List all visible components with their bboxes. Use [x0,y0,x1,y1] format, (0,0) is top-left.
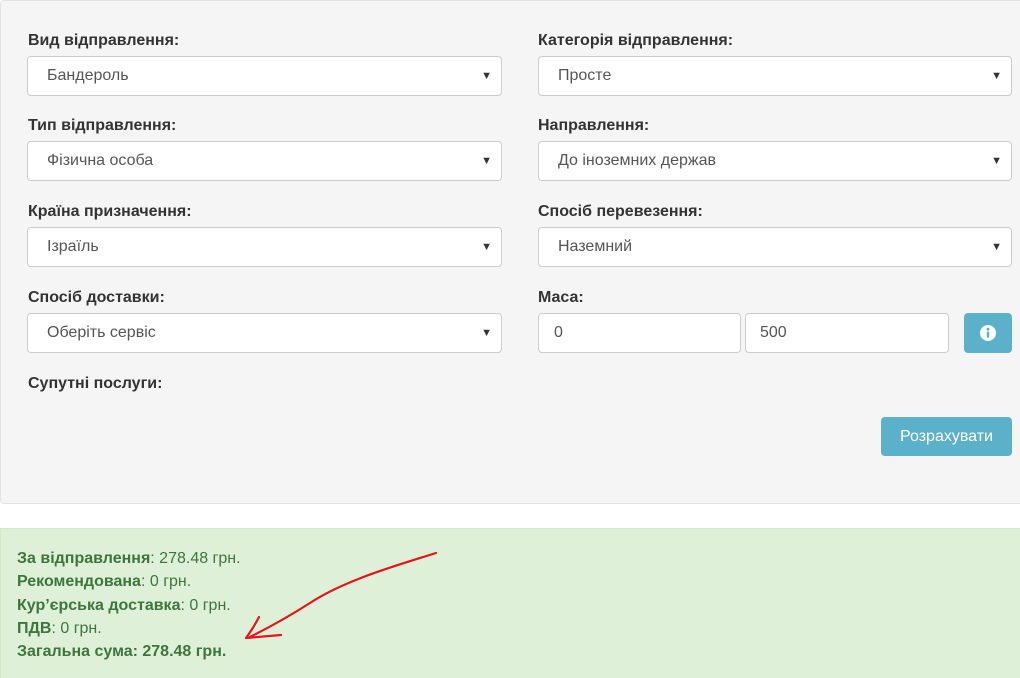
info-circle-icon [980,325,996,341]
result-vat-label: ПДВ [17,620,52,637]
weight-kg-input[interactable]: 0 [538,313,741,353]
result-shipping-value: : 278.48 грн. [150,550,241,567]
direction-value: До іноземних держав [558,152,716,169]
shipment-category-value: Просте [558,67,612,84]
result-registered-label: Рекомендована [17,573,141,590]
delivery-method-value: Оберіть сервіс [47,324,156,341]
delivery-method-select[interactable]: Оберіть сервіс ▼ [27,313,502,353]
caret-down-icon: ▼ [481,155,492,167]
caret-down-icon: ▼ [991,241,1002,253]
weight-info-button[interactable] [964,313,1012,353]
transport-method-select[interactable]: Наземний ▼ [538,227,1012,267]
result-courier: Кур’єрська доставка: 0 грн. [17,596,231,616]
direction-select[interactable]: До іноземних держав ▼ [538,141,1012,181]
extra-services-label: Супутні послуги: [28,375,163,392]
weight-g-input[interactable]: 500 [745,313,949,353]
calculate-button[interactable]: Розрахувати [881,417,1012,456]
caret-down-icon: ▼ [991,70,1002,82]
result-vat-value: : 0 грн. [51,620,102,637]
caret-down-icon: ▼ [481,70,492,82]
result-vat: ПДВ: 0 грн. [17,619,102,639]
weight-label: Маса: [538,289,584,306]
caret-down-icon: ▼ [991,155,1002,167]
destination-country-label: Країна призначення: [28,203,192,220]
result-total-label: Загальна сума [17,643,133,660]
shipment-type-select[interactable]: Бандероль ▼ [27,56,502,96]
result-shipping-label: За відправлення [17,550,151,567]
destination-country-select[interactable]: Ізраїль ▼ [27,227,502,267]
result-registered-value: : 0 грн. [140,573,192,590]
caret-down-icon: ▼ [481,241,492,253]
result-shipping: За відправлення: 278.48 грн. [17,549,241,569]
sender-type-value: Фізична особа [47,152,154,169]
direction-label: Направлення: [538,117,650,134]
result-total: Загальна сума: 278.48 грн. [17,642,226,662]
result-courier-value: : 0 грн. [180,597,231,614]
transport-method-value: Наземний [558,238,633,255]
destination-country-value: Ізраїль [47,238,99,255]
shipment-category-select[interactable]: Просте ▼ [538,56,1012,96]
result-total-value: : 278.48 грн. [132,643,227,660]
result-registered: Рекомендована: 0 грн. [17,572,191,592]
shipment-type-value: Бандероль [47,67,129,84]
shipment-category-label: Категорія відправлення: [538,32,734,49]
transport-method-label: Спосіб перевезення: [538,203,703,220]
result-courier-label: Кур’єрська доставка [17,597,181,614]
caret-down-icon: ▼ [481,327,492,339]
sender-type-select[interactable]: Фізична особа ▼ [27,141,502,181]
sender-type-label: Тип відправлення: [28,117,177,134]
delivery-method-label: Спосіб доставки: [28,289,165,306]
shipment-type-label: Вид відправлення: [28,32,180,49]
